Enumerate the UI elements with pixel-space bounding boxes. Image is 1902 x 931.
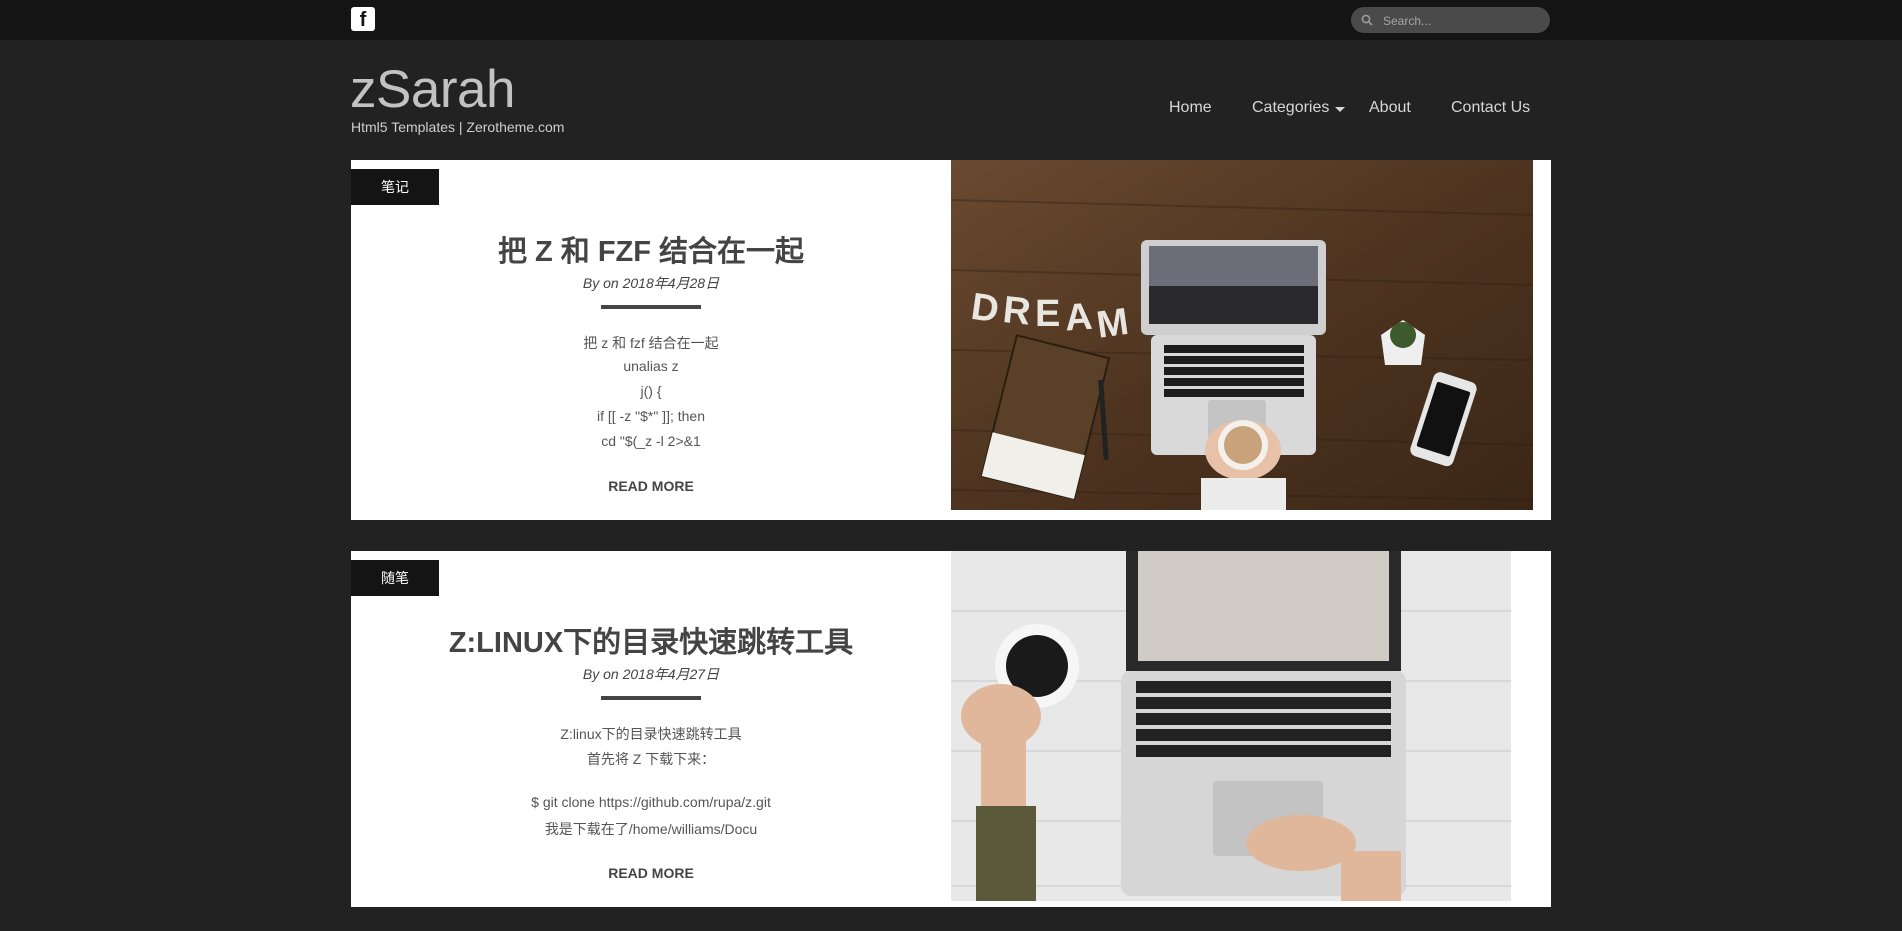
excerpt-line: cd "$(_z -l 2>&1 (601, 433, 701, 449)
post-image-laptop-dream[interactable]: D R E A M (951, 160, 1533, 510)
excerpt-line: 把 z 和 fzf 结合在一起 (583, 335, 719, 351)
site-tagline: Html5 Templates | Zerotheme.com (351, 119, 565, 135)
category-badge[interactable]: 笔记 (351, 169, 439, 205)
read-more-link[interactable]: READ MORE (351, 478, 951, 494)
svg-text:R: R (1001, 289, 1033, 334)
site-title[interactable]: zSarah (350, 58, 515, 122)
excerpt-line: 我是下载在了/home/williams/Docu (544, 821, 758, 837)
post-title[interactable]: Z:LINUX下的目录快速跳转工具 (351, 619, 951, 661)
excerpt-line: unalias z (623, 358, 679, 374)
post-image-laptop-coffee[interactable] (951, 551, 1511, 901)
excerpt-line: Z:linux下的目录快速跳转工具 (560, 726, 742, 742)
post-title[interactable]: 把 Z 和 FZF 结合在一起 (351, 228, 951, 270)
title-divider (601, 305, 701, 309)
chevron-down-icon[interactable] (1335, 107, 1345, 112)
facebook-icon[interactable]: f (351, 7, 375, 31)
search-box[interactable] (1351, 7, 1550, 33)
excerpt-line: $ git clone https://github.com/rupa/z.gi… (531, 794, 771, 810)
search-icon (1361, 14, 1373, 26)
excerpt-line: j() { (640, 383, 662, 399)
nav-item-categories[interactable]: Categories (1252, 99, 1329, 117)
svg-text:M: M (1094, 301, 1131, 347)
post-card: 随笔 Z:LINUX下的目录快速跳转工具 By on 2018年4月27日 Z:… (351, 551, 1551, 907)
read-more-link[interactable]: READ MORE (351, 865, 951, 881)
search-input[interactable] (1381, 10, 1545, 32)
nav-item-contact-us[interactable]: Contact Us (1451, 99, 1530, 117)
title-divider (601, 696, 701, 700)
top-bar: f (0, 0, 1902, 40)
post-meta: By on 2018年4月27日 (582, 666, 720, 682)
nav-item-home[interactable]: Home (1169, 99, 1212, 117)
svg-text:D: D (968, 286, 1001, 331)
svg-text:E: E (1035, 293, 1060, 335)
excerpt-line: 首先将 Z 下载下来： (586, 751, 716, 767)
excerpt-line: if [[ -z "$*" ]]; then (597, 408, 705, 424)
post-card: 笔记 把 Z 和 FZF 结合在一起 By on 2018年4月28日 把 z … (351, 160, 1551, 520)
category-badge[interactable]: 随笔 (351, 560, 439, 596)
nav-item-about[interactable]: About (1369, 99, 1411, 117)
post-meta: By on 2018年4月28日 (582, 275, 720, 291)
svg-text:A: A (1063, 296, 1093, 340)
